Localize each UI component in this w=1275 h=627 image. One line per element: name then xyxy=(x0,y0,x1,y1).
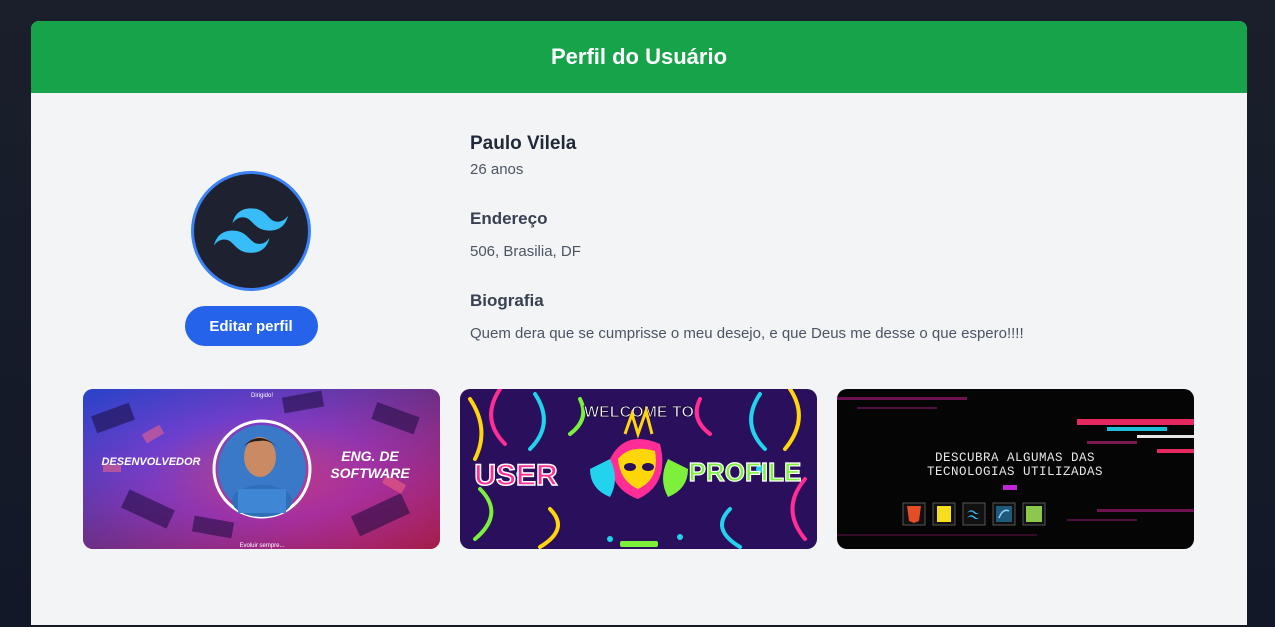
technologies-banner[interactable]: DESCUBRA ALGUMAS DAS TECNOLOGIAS UTILIZA… xyxy=(837,389,1194,549)
address-block: Endereço 506, Brasilia, DF xyxy=(470,209,1210,261)
user-age: 26 anos xyxy=(470,161,524,178)
technologies-banner-art: DESCUBRA ALGUMAS DAS TECNOLOGIAS UTILIZA… xyxy=(837,389,1194,549)
welcome-banner-art: WELCOME TO USER PROFILE xyxy=(460,389,817,549)
welcome-banner-left-word: USER xyxy=(474,459,558,492)
profile-section: Editar perfil Paulo Vilela 26 anos Ender… xyxy=(31,93,1247,389)
javascript-icon xyxy=(932,502,956,526)
technologies-banner-line-2: TECNOLOGIAS UTILIZADAS xyxy=(927,465,1103,479)
developer-banner-right-text-1: ENG. DE xyxy=(341,448,399,464)
developer-banner[interactable]: Dirigido! DESENVOLVEDOR ENG. DE SOFTWARE… xyxy=(83,389,440,549)
banner-gallery: Dirigido! DESENVOLVEDOR ENG. DE SOFTWARE… xyxy=(83,389,1194,549)
avatar xyxy=(191,171,311,291)
edit-profile-button[interactable]: Editar perfil xyxy=(184,306,318,346)
bio-heading: Biografia xyxy=(470,291,544,310)
mysql-icon xyxy=(992,502,1016,526)
tailwind-logo-icon xyxy=(214,208,288,253)
avatar-column: Editar perfil xyxy=(181,171,321,346)
user-name: Paulo Vilela xyxy=(470,133,577,154)
developer-banner-left-text: DESENVOLVEDOR xyxy=(101,456,200,468)
bio-block: Biografia Quem dera que se cumprisse o m… xyxy=(470,291,1210,343)
developer-banner-bottom-caption: Evoluir sempre... xyxy=(239,543,284,549)
welcome-banner-title: WELCOME TO xyxy=(584,404,694,421)
name-block: Paulo Vilela 26 anos xyxy=(470,133,1210,179)
profile-info: Paulo Vilela 26 anos Endereço 506, Brasi… xyxy=(470,133,1210,343)
tailwind-icon xyxy=(962,502,986,526)
developer-banner-art: Dirigido! DESENVOLVEDOR ENG. DE SOFTWARE… xyxy=(83,389,440,549)
page-header: Perfil do Usuário xyxy=(31,21,1247,93)
welcome-banner[interactable]: WELCOME TO USER PROFILE xyxy=(460,389,817,549)
html5-icon xyxy=(902,502,926,526)
technologies-banner-line-1: DESCUBRA ALGUMAS DAS xyxy=(935,451,1095,465)
welcome-banner-right-word: PROFILE xyxy=(689,457,802,487)
address-text: 506, Brasilia, DF xyxy=(470,243,581,260)
page-title: Perfil do Usuário xyxy=(550,44,728,69)
developer-banner-right-text-2: SOFTWARE xyxy=(330,465,410,481)
profile-card: Perfil do Usuário Editar perfil Paulo Vi… xyxy=(31,21,1247,625)
bio-text: Quem dera que se cumprisse o meu desejo,… xyxy=(470,325,1024,342)
address-heading: Endereço xyxy=(470,209,548,228)
developer-banner-top-caption: Dirigido! xyxy=(251,393,273,399)
nodejs-icon xyxy=(1022,502,1046,526)
